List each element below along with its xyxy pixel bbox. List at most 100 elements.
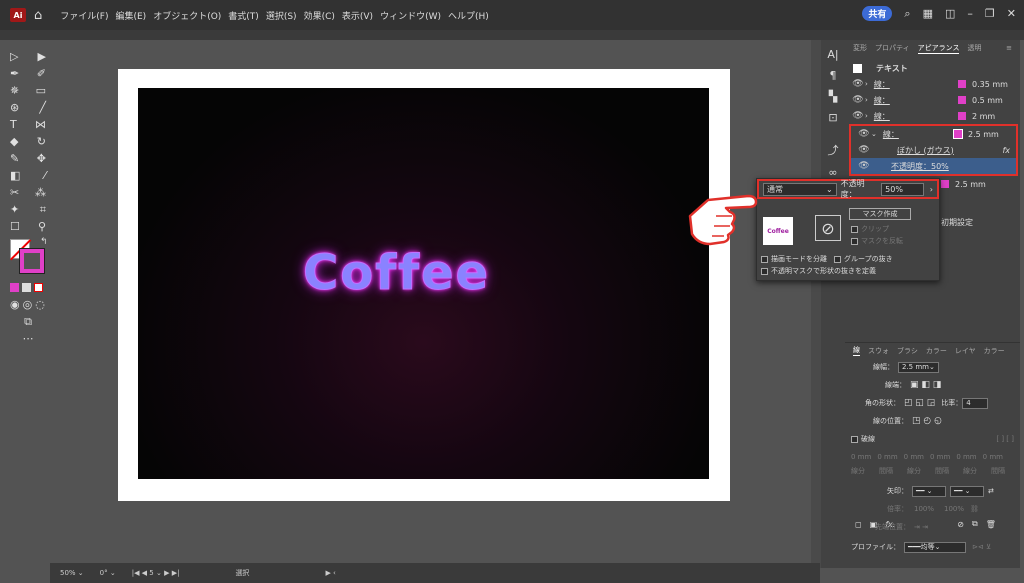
- rotate-tool-icon[interactable]: ↻: [37, 135, 46, 148]
- dash-cell[interactable]: 0 mm: [904, 453, 924, 461]
- panel-menu-icon[interactable]: ≡: [1006, 44, 1012, 52]
- corner-icons[interactable]: ◰ ◱ ◲: [904, 398, 935, 408]
- cap-icons[interactable]: ▣ ◧ ◨: [910, 380, 941, 390]
- screen-mode-icon[interactable]: ⧉: [24, 315, 32, 329]
- vertical-scrollbar[interactable]: [811, 40, 821, 568]
- ratio-input[interactable]: 4: [962, 397, 989, 409]
- isolate-checkbox-row[interactable]: 描画モードを分離 グループの抜き: [761, 254, 893, 264]
- stroke-weight-value[interactable]: 2.5 mm: [968, 130, 1016, 139]
- draw-behind-icon[interactable]: ◎: [23, 298, 33, 311]
- draw-inside-icon[interactable]: ◌: [35, 298, 45, 311]
- stroke-color-swatch[interactable]: [958, 112, 966, 120]
- libraries-icon[interactable]: ▚: [821, 90, 845, 103]
- link-scale-icon[interactable]: ⛓: [970, 505, 979, 513]
- visibility-eye-icon[interactable]: 👁: [857, 161, 871, 171]
- direct-selection-tool-icon[interactable]: ▶: [38, 50, 46, 63]
- tip-icons[interactable]: ⇥ ⇥: [914, 523, 928, 531]
- stroke-weight-value[interactable]: 2 mm: [972, 112, 1020, 121]
- fill-stroke-swatch[interactable]: ↰: [6, 235, 50, 279]
- home-icon[interactable]: ⌂: [34, 8, 42, 23]
- tab-swatches[interactable]: スウォ: [868, 346, 889, 356]
- minimize-icon[interactable]: –: [967, 7, 973, 20]
- tab-brushes[interactable]: ブラシ: [897, 346, 918, 356]
- mask-knockout-checkbox[interactable]: [761, 267, 768, 275]
- dash-cell[interactable]: 0 mm: [956, 453, 976, 461]
- touch-type-icon[interactable]: ⋈: [35, 118, 46, 131]
- clip-checkbox-row[interactable]: クリップ: [851, 224, 889, 234]
- expand-chevron-icon[interactable]: ›: [865, 112, 868, 120]
- stroke-color-swatch[interactable]: [941, 180, 949, 188]
- align-icons[interactable]: ◳ ◴ ◵: [912, 416, 942, 426]
- pencil-tool-icon[interactable]: ╱: [39, 101, 46, 114]
- menu-object[interactable]: オブジェクト(O): [153, 9, 221, 22]
- menu-window[interactable]: ウィンドウ(W): [380, 9, 441, 22]
- type-tool-icon[interactable]: T: [10, 118, 17, 131]
- make-mask-button[interactable]: マスク作成: [849, 208, 911, 220]
- tab-stroke[interactable]: 線: [853, 345, 860, 356]
- swap-icon[interactable]: ↰: [40, 237, 48, 247]
- opacity-value[interactable]: 50%: [885, 185, 903, 194]
- color-mode-icon[interactable]: [10, 283, 19, 292]
- profile-select[interactable]: ━━━ 均等 ⌄: [904, 541, 966, 553]
- zoom-value[interactable]: 50%: [60, 569, 76, 577]
- stroke-color-swatch[interactable]: [953, 129, 963, 139]
- pin-tool-icon[interactable]: ✦: [10, 203, 19, 216]
- width-tool-icon[interactable]: ✎: [10, 152, 19, 165]
- artboard-tool-icon[interactable]: ⌗: [40, 203, 46, 217]
- zoom-tool-icon[interactable]: ⚲: [38, 220, 46, 233]
- character-panel-icon[interactable]: A|: [821, 48, 845, 61]
- gradient-mode-icon[interactable]: [22, 283, 31, 292]
- stroke-row-3[interactable]: 👁 › 線： 2 mm: [845, 108, 1020, 124]
- puppet-warp-icon[interactable]: ✥: [37, 152, 46, 165]
- blend-mode-value[interactable]: 通常: [767, 184, 783, 195]
- rectangle-tool-icon[interactable]: ▭: [36, 84, 46, 97]
- menu-edit[interactable]: 編集(E): [115, 9, 146, 22]
- stroke-label[interactable]: 線：: [874, 111, 890, 122]
- opacity-expand-icon[interactable]: ›: [930, 185, 933, 194]
- stroke-row-1[interactable]: 👁 › 線： 0.35 mm: [845, 76, 1020, 92]
- collapse-chevron-icon[interactable]: ⌄: [871, 130, 877, 138]
- knockout-group-checkbox[interactable]: [834, 255, 841, 263]
- symbol-sprayer-icon[interactable]: ⁂: [35, 186, 46, 199]
- opacity-row[interactable]: 👁 不透明度：50%: [851, 158, 1016, 174]
- coffee-text-artwork[interactable]: Coffee: [302, 245, 490, 302]
- hand-tool-icon[interactable]: ☐: [10, 220, 20, 233]
- panel-toggle-icon[interactable]: ◫: [945, 7, 955, 20]
- shape-builder-icon[interactable]: ◧: [10, 169, 20, 182]
- magic-wand-icon[interactable]: ✵: [10, 84, 19, 97]
- assets-icon[interactable]: ⊡: [821, 111, 845, 124]
- stroke-label[interactable]: 線：: [874, 95, 890, 106]
- expand-chevron-icon[interactable]: ›: [865, 96, 868, 104]
- paragraph-panel-icon[interactable]: ¶: [821, 69, 845, 82]
- stroke-label[interactable]: 線：: [883, 129, 899, 140]
- selection-tool-icon[interactable]: ▷: [10, 50, 18, 63]
- no-mask-icon[interactable]: ⊘: [815, 215, 841, 241]
- menu-type[interactable]: 書式(T): [228, 9, 259, 22]
- stroke-row-4[interactable]: 👁 ⌄ 線： 2.5 mm: [851, 126, 1016, 142]
- profile-value[interactable]: 均等: [921, 542, 935, 552]
- stroke-color-swatch[interactable]: [958, 80, 966, 88]
- stroke-weight-value[interactable]: 2.5 mm: [955, 180, 986, 189]
- flip-icons[interactable]: ⊳⊲ ⊻: [972, 543, 991, 551]
- object-thumbnail-preview[interactable]: Coffee: [763, 217, 793, 245]
- visibility-eye-icon[interactable]: 👁: [851, 79, 865, 89]
- rotation-value[interactable]: 0°: [100, 569, 108, 577]
- menu-view[interactable]: 表示(V): [342, 9, 373, 22]
- effect-row[interactable]: 👁 ぼかし (ガウス) fx: [851, 142, 1016, 158]
- close-icon[interactable]: ✕: [1007, 7, 1016, 20]
- export-icon[interactable]: ⤴: [821, 142, 845, 158]
- swap-arrows-icon[interactable]: ⇄: [988, 487, 994, 495]
- expand-chevron-icon[interactable]: ›: [865, 80, 868, 88]
- arrow-start-select[interactable]: ━━ ⌄: [912, 485, 946, 497]
- rotation-select[interactable]: 0° ⌄: [100, 569, 116, 577]
- menu-file[interactable]: ファイル(F): [60, 9, 108, 22]
- more-tools-icon[interactable]: ⋯: [23, 332, 34, 345]
- invert-checkbox-row[interactable]: マスクを反転: [851, 236, 903, 246]
- visibility-eye-icon[interactable]: 👁: [857, 129, 871, 139]
- blend-tool-icon[interactable]: ✂: [10, 186, 19, 199]
- tab-color-guide[interactable]: カラー: [984, 346, 1005, 356]
- stroke-weight-value[interactable]: 0.35 mm: [972, 80, 1020, 89]
- blend-mode-select[interactable]: 通常 ⌄: [763, 182, 837, 196]
- menu-effect[interactable]: 効果(C): [304, 9, 335, 22]
- curvature-tool-icon[interactable]: ✐: [37, 67, 46, 80]
